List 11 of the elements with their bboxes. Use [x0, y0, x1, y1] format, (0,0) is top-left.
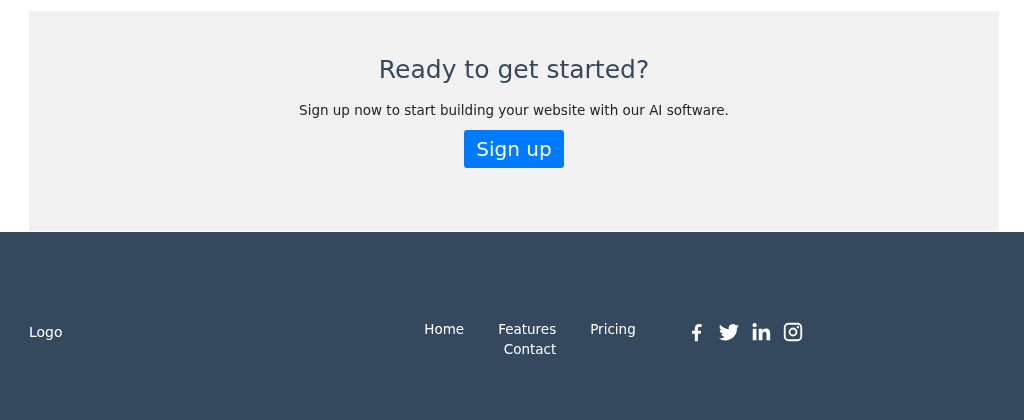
footer-link[interactable]: Contact — [486, 341, 574, 357]
linkedin-icon[interactable] — [750, 321, 772, 343]
instagram-icon[interactable] — [782, 321, 804, 343]
footer-link[interactable]: Features — [481, 321, 574, 337]
footer-logo: Logo — [29, 323, 64, 340]
cta-title: Ready to get started? — [378, 55, 650, 84]
cta-text: Sign up now to start building your website with our AI software. — [299, 102, 729, 118]
footer-link[interactable]: Home — [407, 321, 482, 337]
signup-button[interactable]: Sign up — [464, 130, 564, 168]
footer-link[interactable]: Pricing — [573, 321, 653, 337]
twitter-icon[interactable] — [718, 321, 740, 343]
